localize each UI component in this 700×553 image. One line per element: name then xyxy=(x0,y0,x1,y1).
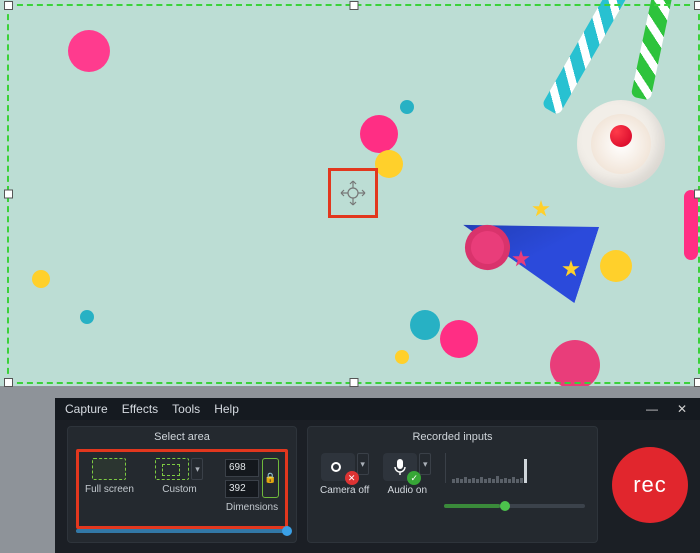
move-crosshair-icon[interactable] xyxy=(339,179,367,207)
microphone-icon: ✓ xyxy=(383,453,417,481)
recorder-panel: Capture Effects Tools Help — ✕ Select ar… xyxy=(55,398,700,553)
confetti-decor xyxy=(440,320,478,358)
confetti-decor xyxy=(80,310,94,324)
straw-decor xyxy=(541,0,628,116)
camera-toggle[interactable]: ✕ ▾ Camera off xyxy=(320,453,369,496)
custom-area-option[interactable]: ▾ Custom xyxy=(155,458,203,495)
audio-dropdown-icon[interactable]: ▾ xyxy=(419,453,431,475)
resize-handle[interactable] xyxy=(4,1,13,10)
confetti-decor xyxy=(360,115,398,153)
menu-help[interactable]: Help xyxy=(214,402,239,416)
audio-label: Audio on xyxy=(388,485,427,496)
confetti-decor xyxy=(395,350,409,364)
menu-bar: Capture Effects Tools Help — ✕ xyxy=(55,398,700,420)
camera-dropdown-icon[interactable]: ▾ xyxy=(357,453,369,475)
area-slider[interactable] xyxy=(76,529,288,533)
camera-icon: ✕ xyxy=(321,453,355,481)
audio-level-meter xyxy=(445,453,585,483)
confetti-decor xyxy=(600,250,632,282)
resize-handle[interactable] xyxy=(349,1,358,10)
menu-effects[interactable]: Effects xyxy=(122,402,158,416)
record-label: rec xyxy=(633,472,667,498)
cherry-decor xyxy=(610,125,632,147)
audio-on-badge-icon: ✓ xyxy=(407,471,421,485)
recorded-inputs-title: Recorded inputs xyxy=(316,431,589,443)
height-input[interactable] xyxy=(225,480,259,498)
full-screen-label: Full screen xyxy=(85,484,134,495)
select-area-group: Select area Full screen ▾ Custom xyxy=(67,426,297,543)
custom-dropdown-icon[interactable]: ▾ xyxy=(191,458,203,480)
resize-handle[interactable] xyxy=(694,1,700,10)
minimize-button[interactable]: — xyxy=(644,402,660,416)
confetti-decor xyxy=(375,150,403,178)
resize-handle[interactable] xyxy=(694,190,700,199)
audio-volume-slider[interactable] xyxy=(444,504,585,508)
confetti-decor xyxy=(410,310,440,340)
menu-tools[interactable]: Tools xyxy=(172,402,200,416)
record-button[interactable]: rec xyxy=(612,447,688,523)
confetti-decor xyxy=(550,340,600,390)
confetti-decor xyxy=(68,30,110,72)
confetti-decor xyxy=(32,270,50,288)
recorded-inputs-group: Recorded inputs ✕ ▾ Camera off xyxy=(307,426,598,543)
custom-label: Custom xyxy=(162,484,196,495)
width-input[interactable] xyxy=(225,459,259,477)
center-move-highlight[interactable] xyxy=(328,168,378,218)
lock-aspect-icon[interactable]: 🔒 xyxy=(262,458,279,498)
dimensions-option: 🔒 Dimensions xyxy=(225,458,279,513)
straw-decor xyxy=(631,0,680,101)
star-decor xyxy=(532,200,550,218)
dimensions-label: Dimensions xyxy=(226,502,278,513)
resize-handle[interactable] xyxy=(4,378,13,387)
candle-decor xyxy=(684,190,698,260)
confetti-decor xyxy=(400,100,414,114)
resize-handle[interactable] xyxy=(694,378,700,387)
full-screen-icon xyxy=(92,458,126,480)
select-area-title: Select area xyxy=(76,431,288,443)
resize-handle[interactable] xyxy=(349,378,358,387)
audio-toggle[interactable]: ✓ ▾ Audio on xyxy=(383,453,431,496)
camera-label: Camera off xyxy=(320,485,369,496)
menu-capture[interactable]: Capture xyxy=(65,402,108,416)
custom-area-icon xyxy=(155,458,189,480)
close-button[interactable]: ✕ xyxy=(674,402,690,416)
full-screen-option[interactable]: Full screen xyxy=(85,458,134,495)
resize-handle[interactable] xyxy=(4,190,13,199)
camera-off-badge-icon: ✕ xyxy=(345,471,359,485)
